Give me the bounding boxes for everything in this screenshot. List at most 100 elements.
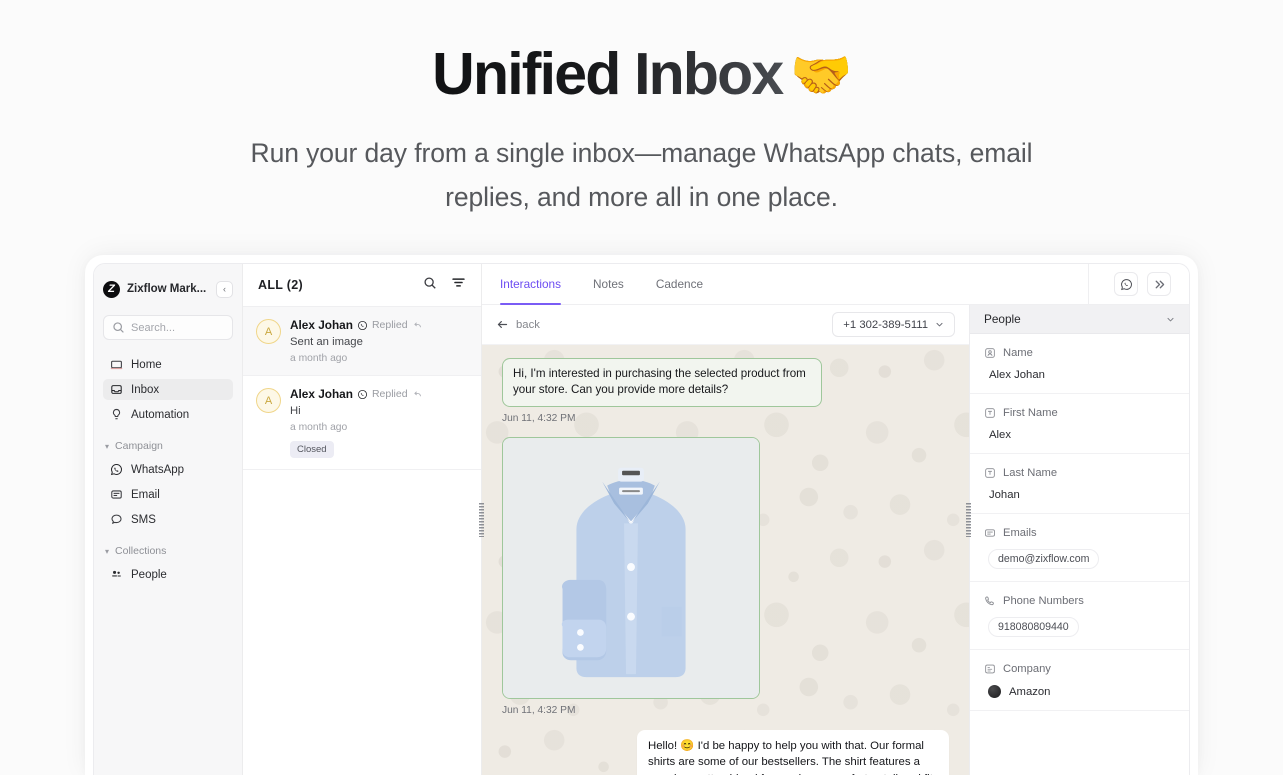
conversation-list-header: ALL (2) <box>243 264 481 307</box>
message-list: Hi, I'm interested in purchasing the sel… <box>482 345 969 775</box>
sidebar-label-inbox: Inbox <box>131 383 160 396</box>
field-label: Emails <box>984 527 1175 539</box>
chevron-down-icon: ▾ <box>105 546 110 556</box>
home-icon <box>110 360 123 370</box>
field-last-name[interactable]: Last Name Johan <box>970 454 1189 514</box>
company-avatar-icon <box>988 685 1001 698</box>
tab-cadence[interactable]: Cadence <box>656 264 703 305</box>
right-resize-handle[interactable] <box>966 502 971 537</box>
sidebar-label-sms: SMS <box>131 513 156 526</box>
chat-and-details: back +1 302-389-5111 Hi, I'm interested … <box>479 305 1189 775</box>
sidebar-section-collections[interactable]: ▾ Collections <box>105 545 233 557</box>
bulb-icon <box>112 408 121 420</box>
sidebar-label-whatsapp: WhatsApp <box>131 463 185 476</box>
filter-icon[interactable] <box>451 275 466 295</box>
conversation-body: Alex Johan Replied Sent an image a month… <box>290 318 468 364</box>
chevron-left-icon[interactable]: ‹ <box>216 280 233 298</box>
phone-icon <box>985 596 994 606</box>
search-icon[interactable] <box>423 276 437 295</box>
conversation-preview: Sent an image <box>290 336 363 348</box>
conversation-body: Alex Johan Replied Hi a month ago Closed <box>290 387 468 458</box>
sidebar-item-automation[interactable]: Automation <box>103 404 233 425</box>
shirt-image <box>503 437 759 698</box>
sidebar-section-collections-label: Collections <box>115 545 167 557</box>
conversation-heading: Alex Johan Replied <box>290 318 468 332</box>
reply-arrow-icon <box>413 391 421 397</box>
whatsapp-icon <box>357 320 367 330</box>
chat-subheader: back +1 302-389-5111 <box>482 305 969 345</box>
field-label: Phone Numbers <box>984 595 1175 607</box>
conversation-list-title: ALL (2) <box>258 278 303 292</box>
whatsapp-icon <box>357 389 367 399</box>
company-icon <box>985 664 995 674</box>
field-label-text: First Name <box>1003 407 1058 419</box>
nav-primary: Home Inbox Automation <box>103 354 233 425</box>
tab-notes[interactable]: Notes <box>593 264 624 305</box>
people-icon <box>112 570 121 577</box>
tab-interactions-label: Interactions <box>500 277 561 291</box>
field-name[interactable]: Name Alex Johan <box>970 334 1189 394</box>
sidebar-label-automation: Automation <box>131 408 190 421</box>
nav-campaign: WhatsApp Email SMS <box>103 459 233 530</box>
sidebar-item-email[interactable]: Email <box>103 484 233 505</box>
sidebar-item-people[interactable]: People <box>103 564 233 585</box>
back-label: back <box>516 318 540 331</box>
sidebar-section-campaign[interactable]: ▾ Campaign <box>105 440 233 452</box>
chevron-down-icon <box>1167 317 1174 321</box>
mail-icon <box>111 490 122 499</box>
zixflow-logo-icon: Z <box>103 280 120 298</box>
conversation-contact-name: Alex Johan <box>290 387 353 401</box>
double-chevron-right-icon <box>1155 280 1164 288</box>
chat-pane: back +1 302-389-5111 Hi, I'm interested … <box>482 305 969 775</box>
message-incoming-text: Hi, I'm interested in purchasing the sel… <box>502 358 949 424</box>
whatsapp-channel-button[interactable] <box>1114 272 1138 296</box>
page-subtitle: Run your day from a single inbox—manage … <box>250 137 1033 212</box>
field-value: Alex Johan <box>989 369 1045 381</box>
field-company[interactable]: Company Amazon <box>970 650 1189 711</box>
message-bubble: Hello! 😊 I'd be happy to help you with t… <box>637 729 949 775</box>
field-value: Johan <box>989 489 1020 501</box>
workspace-name: Zixflow Mark... <box>127 283 207 295</box>
user-box-icon <box>985 348 995 358</box>
field-first-name[interactable]: First Name Alex <box>970 394 1189 454</box>
reply-arrow-icon <box>413 322 421 328</box>
back-button[interactable]: back <box>496 318 540 331</box>
divider <box>1088 264 1089 305</box>
conversation-status: Replied <box>371 388 408 400</box>
people-panel-header[interactable]: People <box>970 305 1189 334</box>
status-badge: Closed <box>290 441 334 458</box>
conversation-item[interactable]: A Alex Johan Replied Sent an image a mon… <box>243 307 481 376</box>
page-title-text: Unified Inbox <box>432 41 783 107</box>
avatar: A <box>256 388 281 413</box>
field-phone-numbers[interactable]: Phone Numbers 918080809440 <box>970 582 1189 650</box>
expand-panel-button[interactable] <box>1147 272 1171 296</box>
field-label-text: Name <box>1003 347 1033 359</box>
company-value-row: Amazon <box>984 685 1175 698</box>
left-resize-handle[interactable] <box>479 502 484 537</box>
chat-tabs-bar: Interactions Notes Cadence <box>482 264 1189 305</box>
sidebar-item-whatsapp[interactable]: WhatsApp <box>103 459 233 480</box>
field-label-text: Phone Numbers <box>1003 595 1084 607</box>
text-box-icon <box>985 408 995 418</box>
field-label: Name <box>984 347 1175 359</box>
sidebar-item-inbox[interactable]: Inbox <box>103 379 233 400</box>
sidebar-item-sms[interactable]: SMS <box>103 509 233 530</box>
conversation-list: ALL (2) A Alex Johan Replied Sent an ima… <box>243 264 482 775</box>
sms-icon <box>111 514 122 525</box>
sidebar-item-home[interactable]: Home <box>103 354 233 375</box>
tab-interactions[interactable]: Interactions <box>500 264 561 305</box>
conversation-item[interactable]: A Alex Johan Replied Hi a month ago Clos… <box>243 376 481 470</box>
field-label: First Name <box>984 407 1175 419</box>
people-panel-title: People <box>984 312 1021 326</box>
search-input[interactable]: Search... <box>103 315 233 340</box>
sidebar: Z Zixflow Mark... ‹ Search... Home Inbox… <box>94 264 243 775</box>
chat-column: Interactions Notes Cadence back +1 302-3… <box>479 264 1189 775</box>
phone-number-selector[interactable]: +1 302-389-5111 <box>832 312 955 337</box>
product-image[interactable] <box>502 436 760 699</box>
arrow-left-icon <box>497 321 508 328</box>
workspace-switcher[interactable]: Z Zixflow Mark... ‹ <box>103 274 233 304</box>
field-emails[interactable]: Emails demo@zixflow.com <box>970 514 1189 582</box>
nav-collections: People <box>103 564 233 585</box>
chevron-down-icon: ▾ <box>105 441 110 451</box>
search-placeholder: Search... <box>131 321 176 334</box>
